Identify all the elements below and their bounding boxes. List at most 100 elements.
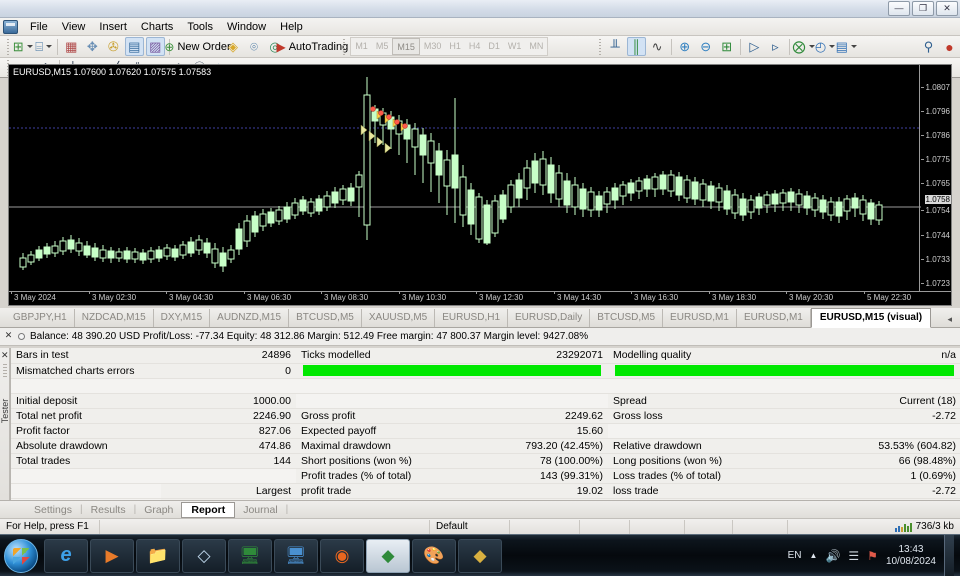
chart-tab-eurusd-h1[interactable]: EURUSD,H1: [435, 309, 509, 327]
strategy-tester-report[interactable]: Bars in test 24896 Ticks modelled 232920…: [10, 348, 960, 500]
table-row[interactable]: Total net profit 2246.90 Gross profit 22…: [11, 408, 960, 424]
new-order-button[interactable]: ⊕ New Order: [164, 37, 230, 56]
terminal-button[interactable]: ▤: [124, 37, 144, 56]
taskbar-item-remote-desktop[interactable]: 🖥: [228, 538, 272, 573]
chart-tab-xauusd-m5[interactable]: XAUUSD,M5: [362, 309, 436, 327]
new-chart-button[interactable]: ⊞: [13, 37, 33, 56]
zoom-out-button[interactable]: ⊖: [696, 37, 715, 56]
timeframe-m1[interactable]: M1: [351, 38, 372, 55]
volume-icon[interactable]: 🔊: [825, 549, 840, 563]
timeframe-m15[interactable]: M15: [392, 38, 420, 55]
price-chart-canvas[interactable]: [9, 65, 921, 291]
zoom-in-button[interactable]: ⊕: [675, 37, 694, 56]
taskbar-item-file-explorer[interactable]: 📁: [136, 538, 180, 573]
chart-tab-eurusd-m1-2[interactable]: EURUSD,M1: [737, 309, 811, 327]
menu-insert[interactable]: Insert: [92, 19, 134, 35]
market-watch-button[interactable]: ▦: [62, 37, 81, 56]
taskbar-item-metatrader-4[interactable]: ◆: [366, 538, 410, 573]
timeframe-h1[interactable]: H1: [445, 38, 465, 55]
timeframe-mn[interactable]: MN: [525, 38, 547, 55]
chart-tab-dxy-m15[interactable]: DXY,M15: [154, 309, 211, 327]
timeframe-d1[interactable]: D1: [484, 38, 504, 55]
chart-tab-gbpjpy-h1[interactable]: GBPJPY,H1: [6, 309, 75, 327]
view-toolbar-grip[interactable]: [598, 38, 602, 55]
toolbar-grip[interactable]: [6, 38, 10, 55]
taskbar-item-remote-desktop-2[interactable]: 🖥: [274, 538, 318, 573]
chart-shift-button[interactable]: ▷: [745, 37, 764, 56]
table-row[interactable]: Mismatched charts errors 0: [11, 363, 960, 379]
table-row[interactable]: Bars in test 24896 Ticks modelled 232920…: [11, 348, 960, 364]
periodicity-button[interactable]: ◴: [815, 37, 836, 56]
taskbar-item-media-player[interactable]: ▶: [90, 538, 134, 573]
start-button[interactable]: [4, 538, 38, 573]
panel-grip[interactable]: [3, 364, 7, 378]
restore-button[interactable]: ❐: [912, 1, 934, 16]
time-axis[interactable]: 3 May 2024 3 May 02:30 3 May 04:30 3 May…: [9, 291, 951, 305]
taskbar-item-metatrader-5[interactable]: ◆: [458, 538, 502, 573]
data-window-button[interactable]: ✥: [83, 37, 102, 56]
menu-view[interactable]: View: [55, 19, 93, 35]
candlestick-chart-button[interactable]: ║: [626, 37, 646, 56]
bar-chart-button[interactable]: ╨: [606, 37, 625, 56]
menu-help[interactable]: Help: [273, 19, 310, 35]
show-hidden-icons-icon[interactable]: ▲: [810, 551, 818, 560]
tab-settings[interactable]: Settings: [26, 503, 80, 517]
chart-tab-eurusd-m1[interactable]: EURUSD,M1: [663, 309, 737, 327]
timeframe-grip[interactable]: [342, 38, 346, 55]
metaeditor-button[interactable]: ◈: [224, 37, 243, 56]
chart-tab-eurusd-daily[interactable]: EURUSD,Daily: [508, 309, 591, 327]
auto-scroll-button[interactable]: ▹: [766, 37, 785, 56]
table-row[interactable]: Profit factor 827.06 Expected payoff 15.…: [11, 423, 960, 439]
chart-tab-btcusd-m5[interactable]: BTCUSD,M5: [289, 309, 362, 327]
tab-report[interactable]: Report: [181, 501, 236, 518]
network-status[interactable]: 736/3 kb: [894, 521, 960, 532]
timeframe-h4[interactable]: H4: [465, 38, 485, 55]
chart-area[interactable]: EURUSD,M15 1.07600 1.07620 1.07575 1.075…: [8, 64, 952, 306]
navigator-button[interactable]: ✇: [104, 37, 123, 56]
chart-tab-scroll-left-icon[interactable]: ◂: [939, 312, 960, 327]
menu-file[interactable]: File: [23, 19, 55, 35]
table-row[interactable]: Total trades 144 Short positions (won %)…: [11, 453, 960, 469]
strategy-tester-button[interactable]: ▨: [145, 37, 165, 56]
search-button[interactable]: ⚲: [919, 37, 938, 56]
line-chart-button[interactable]: ∿: [648, 37, 667, 56]
taskbar-item-firefox[interactable]: ◉: [320, 538, 364, 573]
taskbar-item-internet-explorer[interactable]: e: [44, 538, 88, 573]
table-row[interactable]: Absolute drawdown 474.86 Maximal drawdow…: [11, 438, 960, 454]
table-row[interactable]: Largest profit trade 19.02 loss trade -2…: [11, 483, 960, 499]
chart-tab-btcusd-m5-2[interactable]: BTCUSD,M5: [590, 309, 664, 327]
chart-tab-nzdcad-m15[interactable]: NZDCAD,M15: [75, 309, 154, 327]
chart-tab-eurusd-m15-visual[interactable]: EURUSD,M15 (visual): [810, 308, 932, 328]
menu-window[interactable]: Window: [220, 19, 273, 35]
indicators-button[interactable]: ⨂: [793, 37, 815, 56]
record-button[interactable]: ●: [940, 37, 959, 56]
autotrading-button[interactable]: ▶ AutoTrading: [276, 37, 348, 56]
timeframe-m30[interactable]: M30: [420, 38, 446, 55]
timeframe-m5[interactable]: M5: [372, 38, 393, 55]
status-profile[interactable]: Default: [430, 519, 510, 534]
show-desktop-button[interactable]: [944, 534, 954, 576]
clock[interactable]: 13:43 10/08/2024: [886, 544, 936, 568]
timeframe-w1[interactable]: W1: [504, 38, 526, 55]
close-icon[interactable]: ✕: [3, 330, 14, 341]
menu-tools[interactable]: Tools: [180, 19, 220, 35]
table-row[interactable]: Initial deposit 1000.00 Spread Current (…: [11, 393, 960, 409]
taskbar-item-paint[interactable]: 🎨: [412, 538, 456, 573]
price-axis[interactable]: 1.0807 1.0796 1.0786 1.0775 1.0765 1.075…: [919, 65, 951, 291]
tile-windows-button[interactable]: ⊞: [717, 37, 736, 56]
taskbar-item-notepad[interactable]: ◇: [182, 538, 226, 573]
close-icon[interactable]: ✕: [1, 350, 9, 361]
close-button[interactable]: ✕: [936, 1, 958, 16]
tab-journal[interactable]: Journal: [235, 503, 285, 517]
templates-button[interactable]: ▤: [836, 37, 857, 56]
profiles-button[interactable]: ⌸: [34, 37, 53, 56]
mql5-community-button[interactable]: ⌾: [245, 37, 264, 56]
menu-charts[interactable]: Charts: [134, 19, 180, 35]
action-center-icon[interactable]: ⚑: [867, 549, 878, 563]
chart-tab-audnzd-m15[interactable]: AUDNZD,M15: [210, 309, 290, 327]
table-row[interactable]: Profit trades (% of total) 143 (99.31%) …: [11, 468, 960, 484]
tab-results[interactable]: Results: [83, 503, 134, 517]
minimize-button[interactable]: —: [888, 1, 910, 16]
network-icon[interactable]: ☰: [848, 549, 859, 563]
language-indicator[interactable]: EN: [788, 550, 802, 561]
